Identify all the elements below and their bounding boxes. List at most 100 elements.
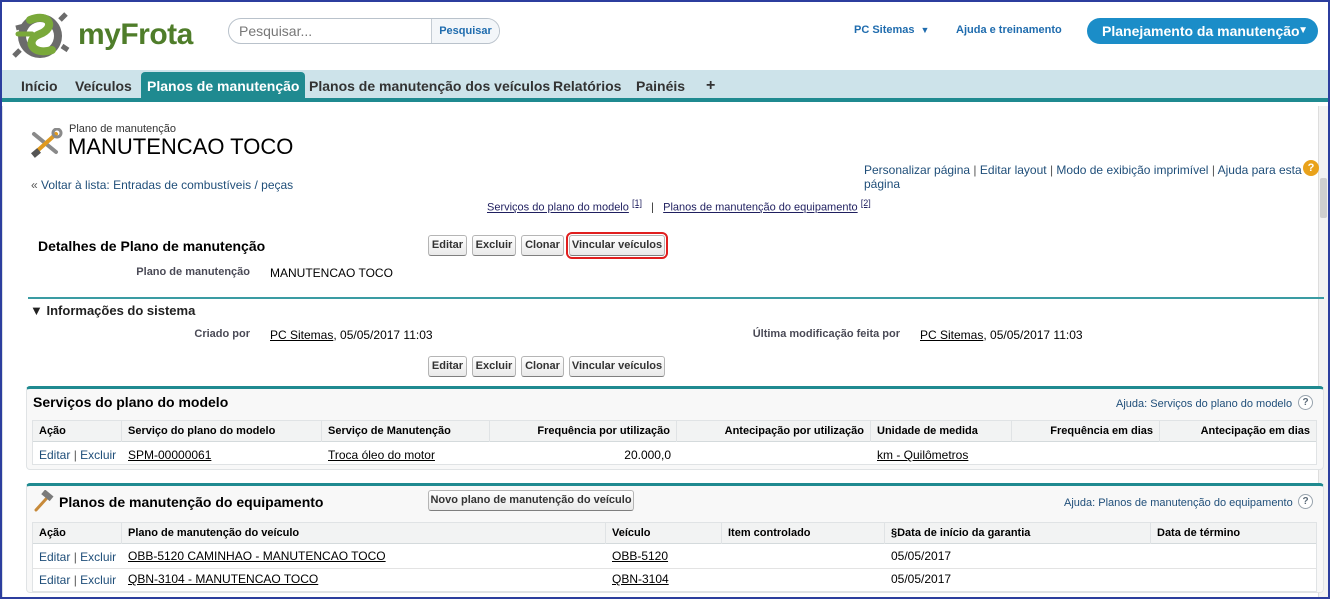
modified-by-user-link[interactable]: PC Sitemas (920, 328, 983, 342)
equipment-table: Ação Plano de manutenção do veículo Veíc… (32, 522, 1317, 592)
action-sep: | (73, 448, 77, 462)
table-header: Ação Plano de manutenção do veículo Veíc… (33, 523, 1316, 544)
search-box: Pesquisar (228, 18, 500, 44)
search-input[interactable] (229, 19, 431, 43)
tab-paineis[interactable]: Painéis (630, 74, 691, 98)
triangle-down-icon: ▼ (30, 303, 43, 318)
edit-layout-link[interactable]: Editar layout (980, 163, 1047, 177)
chevron-down-icon: ▼ (920, 25, 930, 35)
tab-planos-veiculos[interactable]: Planos de manutenção dos veículos (303, 74, 556, 98)
edit-button-bottom[interactable]: Editar (428, 356, 467, 377)
service-link[interactable]: SPM-00000061 (128, 448, 211, 462)
plan-link[interactable]: OBB-5120 CAMINHAO - MANUTENCAO TOCO (128, 549, 386, 563)
chevron-down-icon: ▼ (1298, 25, 1308, 36)
created-by-user-link[interactable]: PC Sitemas (270, 328, 333, 342)
plan-link[interactable]: QBN-3104 - MANUTENCAO TOCO (128, 572, 318, 586)
col-header: Serviço do plano do modelo (122, 421, 322, 442)
vehicle-cell: OBB-5120 (606, 549, 674, 563)
services-table: Ação Serviço do plano do modelo Serviço … (32, 420, 1317, 465)
tab-planos-de-manutencao[interactable]: Planos de manutenção (141, 72, 306, 100)
link-vehicles-button[interactable]: Vincular veículos (566, 232, 668, 259)
user-name: PC Sitemas (854, 24, 915, 36)
system-info-toggle[interactable]: ▼ Informações do sistema (30, 303, 195, 318)
col-header: Antecipação em dias (1200, 425, 1310, 437)
back-to-list-link[interactable]: « Voltar à lista: Entradas de combustíve… (31, 178, 293, 192)
vehicle-link[interactable]: QBN-3104 (612, 572, 669, 586)
services-anchor-link[interactable]: Serviços do plano do modelo (487, 202, 629, 214)
help-icon[interactable]: ? (1298, 494, 1313, 509)
page-links: Personalizar página | Editar layout | Mo… (864, 163, 1330, 191)
row-actions: Editar | Excluir (33, 550, 122, 564)
equipment-anchor-link[interactable]: Planos de manutenção do equipamento (663, 202, 857, 214)
col-header: Unidade de medida (871, 421, 1012, 442)
services-count[interactable]: [1] (632, 198, 642, 208)
col-header: Ação (33, 523, 122, 544)
new-vehicle-plan-button[interactable]: Novo plano de manutenção do veículo (428, 490, 634, 511)
col-header: §Data de início da garantia (885, 523, 1151, 544)
field-label-plan: Plano de manutenção (136, 266, 250, 278)
vehicle-link[interactable]: OBB-5120 (612, 549, 668, 563)
printable-view-link[interactable]: Modo de exibição imprimível (1056, 163, 1208, 177)
tab-veiculos[interactable]: Veículos (69, 74, 138, 98)
tab-relatorios[interactable]: Relatórios (547, 74, 627, 98)
user-menu[interactable]: PC Sitemas ▼ (854, 24, 929, 36)
edit-button[interactable]: Editar (428, 235, 467, 256)
col-header: Ação (33, 421, 122, 442)
clone-button[interactable]: Clonar (521, 235, 564, 256)
hammer-icon (34, 490, 54, 512)
link-vehicles-button-bottom[interactable]: Vincular veículos (569, 356, 665, 377)
edit-link[interactable]: Editar (39, 573, 70, 587)
modified-date: , 05/05/2017 11:03 (983, 328, 1083, 342)
detail-title: Detalhes de Plano de manutenção (38, 238, 266, 254)
tab-inicio[interactable]: Início (15, 74, 64, 98)
app-switcher-label: Planejamento da manutenção (1102, 23, 1300, 39)
help-icon[interactable]: ? (1303, 160, 1319, 176)
page-links-sep: | (1211, 163, 1215, 177)
row-actions: Editar | Excluir (33, 448, 122, 462)
service-cell: SPM-00000061 (122, 448, 217, 462)
edit-link[interactable]: Editar (39, 448, 70, 462)
help-icon[interactable]: ? (1298, 395, 1313, 410)
edit-link[interactable]: Editar (39, 550, 70, 564)
delete-link[interactable]: Excluir (80, 448, 116, 462)
unit-link[interactable]: km - Quilômetros (877, 448, 968, 462)
equipment-title: Planos de manutenção do equipamento (59, 494, 324, 510)
clone-button-bottom[interactable]: Clonar (521, 356, 564, 377)
equipment-count[interactable]: [2] (861, 198, 871, 208)
services-help-link[interactable]: Ajuda: Serviços do plano do modelo (1116, 398, 1292, 410)
add-tab-icon[interactable]: + (700, 74, 721, 98)
logo-text: myFrota (78, 18, 193, 51)
delete-button[interactable]: Excluir (472, 235, 516, 256)
logo[interactable]: myFrota (10, 6, 220, 62)
col-header: Antecipação por utilização (677, 421, 871, 442)
row-divider (33, 568, 1316, 569)
equipment-help-link[interactable]: Ajuda: Planos de manutenção do equipamen… (1064, 497, 1293, 509)
col-header: Item controlado (722, 523, 885, 544)
col-header: Data de término (1157, 527, 1241, 539)
col-header: Frequência por utilização (490, 421, 677, 442)
created-by-value: PC Sitemas, 05/05/2017 11:03 (270, 328, 433, 342)
page-title: MANUTENCAO TOCO (68, 134, 294, 159)
row-actions: Editar | Excluir (33, 573, 122, 587)
vehicle-cell: QBN-3104 (606, 572, 675, 586)
unit-cell: km - Quilômetros (871, 448, 974, 462)
app-switcher-button[interactable]: Planejamento da manutenção ▼ (1087, 18, 1318, 44)
start-date-cell: 05/05/2017 (891, 549, 952, 563)
header: myFrota Pesquisar PC Sitemas ▼ Ajuda e tr… (2, 2, 1328, 68)
col-header: Serviço de Manutenção (322, 421, 490, 442)
plan-cell: QBN-3104 - MANUTENCAO TOCO (122, 572, 324, 586)
wrench-screwdriver-icon (31, 128, 63, 158)
search-button[interactable]: Pesquisar (431, 19, 499, 43)
services-title: Serviços do plano do modelo (33, 394, 229, 410)
col-header: Veículo (606, 523, 722, 544)
customize-page-link[interactable]: Personalizar página (864, 163, 970, 177)
maintenance-link[interactable]: Troca óleo do motor (328, 448, 435, 462)
field-value-plan: MANUTENCAO TOCO (270, 266, 393, 280)
delete-button-bottom[interactable]: Excluir (472, 356, 516, 377)
delete-link[interactable]: Excluir (80, 573, 116, 587)
created-by-label: Criado por (194, 328, 250, 340)
help-training-link[interactable]: Ajuda e treinamento (956, 24, 1062, 36)
delete-link[interactable]: Excluir (80, 550, 116, 564)
action-sep: | (73, 550, 77, 564)
section-divider (28, 297, 1324, 299)
